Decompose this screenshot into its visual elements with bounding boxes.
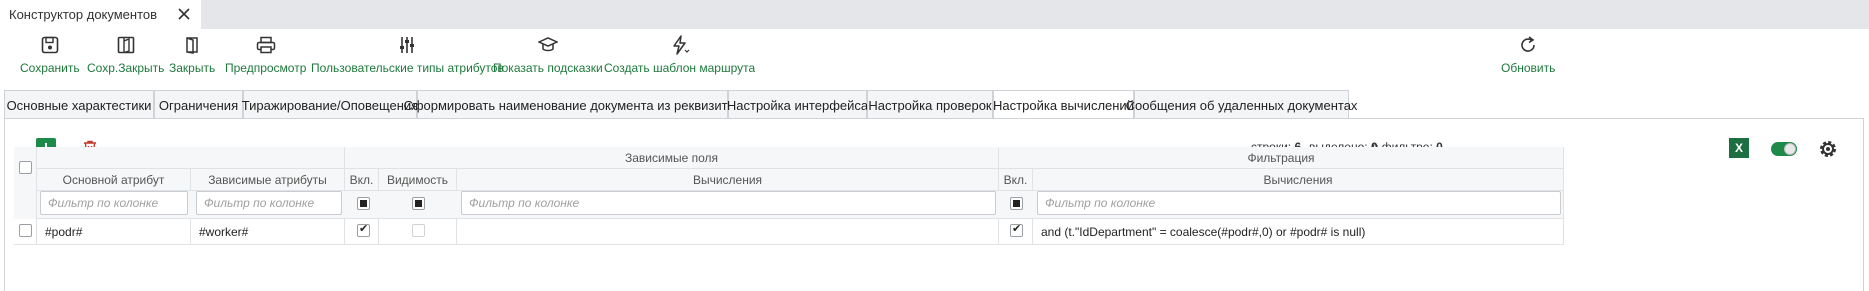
- close-button[interactable]: Закрыть: [169, 34, 215, 80]
- main-attr-filter-input[interactable]: [40, 191, 188, 215]
- section-tabs: Основные характестики Ограничения Тиражи…: [0, 90, 1869, 120]
- close-label: Закрыть: [169, 61, 216, 75]
- filter-calc-cell[interactable]: and (t."IdDepartment" = coalesce(#podr#,…: [1033, 219, 1564, 245]
- tab-calc-settings[interactable]: Настройка вычислений: [993, 90, 1134, 120]
- row-visibility-checkbox[interactable]: [412, 224, 425, 237]
- enabled-filter-checkbox[interactable]: [357, 197, 370, 210]
- table-row[interactable]: #podr# #worker# and (t."IdDepartment" = …: [14, 219, 1564, 245]
- col-main-attr-label: Основной атрибут: [62, 172, 165, 187]
- group-dependent-fields: Зависимые поля: [345, 147, 999, 169]
- sliders-icon: [396, 34, 418, 56]
- filter-enabled-filter-checkbox[interactable]: [1010, 197, 1023, 210]
- toggle-knob: [1784, 143, 1796, 155]
- create-route-template-button[interactable]: Создать шаблон маршрута: [604, 34, 755, 80]
- row-select-checkbox[interactable]: [19, 224, 32, 237]
- graduation-cap-icon: [537, 34, 559, 56]
- tab-label: Настройка интерфейса: [726, 97, 869, 113]
- tab-interface-settings[interactable]: Настройка интерфейса: [726, 90, 869, 119]
- toolbar: Сохранить Сохр.Закрыть Закрыть Предпросм…: [0, 29, 1869, 85]
- excel-icon: X: [1734, 141, 1743, 155]
- tab-check-settings[interactable]: Настройка проверок: [867, 90, 993, 119]
- group-filtration: Фильтрация: [999, 147, 1564, 169]
- tab-label: Настройка проверок: [868, 97, 992, 113]
- col-dep-attrs[interactable]: Зависимые атрибуты: [191, 169, 345, 191]
- window-tab-title: Конструктор документов: [9, 7, 158, 22]
- tab-label: Ограничения: [158, 97, 239, 113]
- col-enabled-label: Вкл.: [349, 172, 374, 187]
- create-route-template-label: Создать шаблон маршрута: [604, 61, 756, 75]
- view-toggle[interactable]: [1771, 142, 1797, 156]
- tab-label: Сообщения об удаленных документах: [1125, 97, 1358, 113]
- calc-cell[interactable]: [457, 219, 999, 245]
- save-label: Сохранить: [20, 61, 80, 75]
- tab-label: Сформировать наименование документа из р…: [403, 97, 742, 113]
- preview-button[interactable]: Предпросмотр: [225, 34, 306, 80]
- tab-label: Настройка вычислений: [993, 98, 1134, 113]
- refresh-button[interactable]: Обновить: [1501, 34, 1555, 80]
- custom-attr-types-button[interactable]: Пользовательские типы атрибутов: [311, 34, 504, 80]
- tab-replication[interactable]: Тиражирование/Оповещения: [241, 90, 419, 119]
- save-close-label: Сохр.Закрыть: [87, 61, 165, 75]
- col-calc-label: Вычисления: [692, 172, 763, 187]
- refresh-label: Обновить: [1501, 61, 1556, 75]
- calc-filter-input[interactable]: [461, 191, 996, 215]
- tab-restrictions[interactable]: Ограничения: [154, 90, 243, 119]
- window-tab-bar: Конструктор документов: [0, 0, 1869, 29]
- col-filter-enabled[interactable]: Вкл.: [999, 169, 1033, 191]
- col-enabled[interactable]: Вкл.: [345, 169, 379, 191]
- tab-label: Основные характестики: [6, 97, 152, 113]
- show-hints-label: Показать подсказки: [493, 61, 603, 75]
- preview-label: Предпросмотр: [225, 61, 307, 75]
- col-visibility-label: Видимость: [386, 172, 449, 187]
- gear-icon[interactable]: [1817, 138, 1839, 160]
- show-hints-button[interactable]: Показать подсказки: [493, 34, 603, 80]
- group-filter-label: Фильтрация: [1247, 150, 1315, 165]
- main-attr-cell[interactable]: #podr#: [37, 219, 191, 245]
- group-dependent-label: Зависимые поля: [625, 150, 718, 165]
- save-button[interactable]: Сохранить: [20, 34, 80, 80]
- row-enabled-checkbox[interactable]: [357, 222, 370, 237]
- col-filter-calc-label: Вычисления: [1263, 172, 1333, 187]
- tab-label: Тиражирование/Оповещения: [241, 97, 419, 113]
- col-calc[interactable]: Вычисления: [457, 169, 999, 191]
- dep-attrs-filter-input[interactable]: [196, 191, 342, 215]
- excel-export-button[interactable]: X: [1729, 138, 1749, 158]
- printer-icon: [255, 34, 277, 56]
- window-tab[interactable]: Конструктор документов: [0, 0, 201, 29]
- dep-attrs-cell[interactable]: #worker#: [191, 219, 345, 245]
- col-main-attr[interactable]: Основной атрибут: [37, 169, 191, 191]
- custom-attr-types-label: Пользовательские типы атрибутов: [311, 61, 504, 75]
- filter-calc-filter-input[interactable]: [1037, 191, 1561, 215]
- refresh-icon: [1517, 34, 1539, 56]
- close-icon[interactable]: [176, 6, 192, 22]
- col-dep-attrs-label: Зависимые атрибуты: [208, 172, 327, 187]
- save-close-icon: [115, 34, 137, 56]
- group-empty: [37, 147, 345, 169]
- col-filter-calc[interactable]: Вычисления: [1033, 169, 1564, 191]
- lightning-icon: [669, 34, 691, 56]
- col-filter-enabled-label: Вкл.: [1003, 172, 1028, 187]
- tab-generate-name[interactable]: Сформировать наименование документа из р…: [403, 90, 742, 119]
- door-icon: [181, 34, 203, 56]
- save-close-button[interactable]: Сохр.Закрыть: [87, 34, 164, 80]
- row-filter-enabled-checkbox[interactable]: [1010, 222, 1023, 237]
- tab-main-characteristics[interactable]: Основные характестики: [4, 90, 154, 119]
- floppy-disk-icon: [39, 34, 61, 56]
- tab-deleted-docs-messages[interactable]: Сообщения об удаленных документах: [1126, 90, 1357, 119]
- select-all-checkbox[interactable]: [19, 161, 32, 174]
- col-visibility[interactable]: Видимость: [379, 169, 457, 191]
- visibility-filter-checkbox[interactable]: [412, 197, 425, 210]
